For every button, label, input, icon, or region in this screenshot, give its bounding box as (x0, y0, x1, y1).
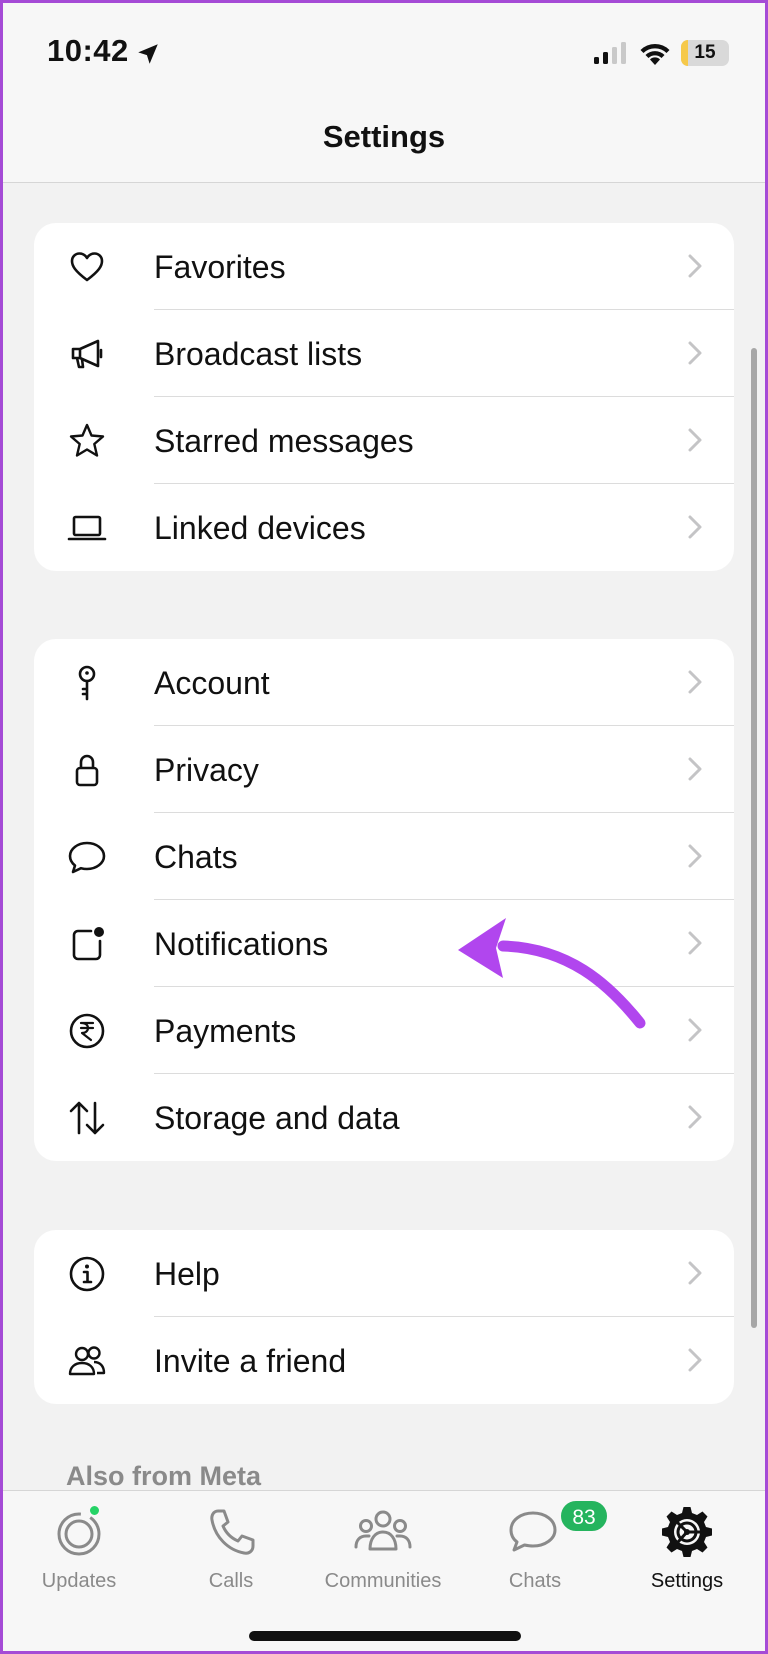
chevron-right-icon (688, 1348, 702, 1372)
settings-row-favorites[interactable]: Favorites (34, 223, 734, 310)
annotation-arrow-icon (458, 918, 646, 1029)
settings-row-label: Starred messages (154, 423, 414, 459)
tab-updates[interactable]: Updates (3, 1501, 155, 1601)
chevron-right-icon (688, 515, 702, 539)
chevron-right-icon (688, 341, 702, 365)
settings-row-privacy[interactable]: Privacy (34, 726, 734, 813)
chevron-right-icon (688, 1105, 702, 1129)
settings-group-3: Help Invite a friend (34, 1230, 734, 1404)
settings-group-2: Account Privacy Chats Notifications Paym… (34, 639, 734, 1161)
tab-chats[interactable]: 83 Chats (459, 1499, 611, 1601)
speech-bubble-icon (66, 836, 108, 878)
megaphone-icon (66, 333, 108, 375)
settings-row-label: Notifications (154, 926, 329, 962)
tab-settings[interactable]: Settings (611, 1501, 763, 1601)
settings-row-label: Account (154, 665, 270, 701)
chats-unread-badge: 83 (559, 1499, 609, 1533)
chevron-right-icon (688, 1261, 702, 1285)
status-bar: 10:42 15 (3, 3, 765, 103)
chats-icon (509, 1511, 557, 1552)
tab-bar: Updates Calls Communities 83 Chats Setti… (3, 1490, 765, 1651)
phone-screen: 10:42 15 Settings Favorites Broadcast li… (3, 3, 765, 1651)
tab-label: Settings (650, 1570, 724, 1592)
settings-row-label: Chats (154, 839, 238, 875)
key-icon (66, 662, 108, 704)
chevron-right-icon (688, 1018, 702, 1042)
settings-row-broadcast-lists[interactable]: Broadcast lists (34, 310, 734, 397)
settings-row-label: Storage and data (154, 1100, 400, 1136)
chevron-right-icon (688, 254, 702, 278)
also-from-meta-heading: Also from Meta (66, 1461, 262, 1491)
chevron-right-icon (688, 670, 702, 694)
settings-row-label: Privacy (154, 752, 259, 788)
settings-row-chats[interactable]: Chats (34, 813, 734, 900)
tab-calls[interactable]: Calls (155, 1501, 307, 1601)
tab-label: Calls (208, 1570, 254, 1592)
chevron-right-icon (688, 757, 702, 781)
settings-row-label: Linked devices (154, 510, 366, 546)
chevron-right-icon (688, 428, 702, 452)
settings-row-label: Invite a friend (154, 1343, 347, 1379)
scroll-indicator[interactable] (751, 348, 757, 1328)
settings-row-help[interactable]: Help (34, 1230, 734, 1317)
laptop-icon (66, 507, 108, 549)
settings-row-label: Favorites (154, 249, 286, 285)
settings-row-invite-a-friend[interactable]: Invite a friend (34, 1317, 734, 1404)
wifi-icon (640, 43, 670, 65)
home-indicator (249, 1631, 521, 1641)
location-arrow-icon (138, 44, 158, 64)
tab-communities[interactable]: Communities (307, 1501, 459, 1601)
people-icon (66, 1340, 108, 1382)
settings-gear-icon (662, 1507, 712, 1557)
chevron-right-icon (688, 844, 702, 868)
phone-icon (210, 1509, 255, 1555)
heart-icon (66, 246, 108, 288)
chevron-right-icon (688, 931, 702, 955)
updates-unread-dot (88, 1504, 101, 1517)
settings-row-storage-and-data[interactable]: Storage and data (34, 1074, 734, 1161)
battery-level: 15 (694, 42, 716, 63)
settings-row-label: Help (154, 1256, 220, 1292)
lock-icon (66, 749, 108, 791)
navigation-header: Settings (3, 103, 765, 183)
settings-row-label: Broadcast lists (154, 336, 363, 372)
star-icon (66, 420, 108, 462)
settings-row-label: Payments (154, 1013, 297, 1049)
page-title: Settings (322, 119, 446, 154)
communities-icon (354, 1510, 412, 1551)
rupee-icon (66, 1010, 108, 1052)
info-icon (66, 1253, 108, 1295)
tab-label: Updates (41, 1570, 117, 1592)
notification-badge-icon (66, 923, 108, 965)
battery-icon: 15 (681, 40, 729, 66)
up-down-arrows-icon (66, 1097, 108, 1139)
settings-row-starred-messages[interactable]: Starred messages (34, 397, 734, 484)
settings-group-1: Favorites Broadcast lists Starred messag… (34, 223, 734, 571)
settings-row-linked-devices[interactable]: Linked devices (34, 484, 734, 571)
tab-label: Chats (508, 1570, 562, 1592)
status-time: 10:42 (47, 33, 129, 68)
cellular-signal-icon (594, 42, 626, 64)
settings-row-account[interactable]: Account (34, 639, 734, 726)
tab-label: Communities (324, 1570, 442, 1592)
